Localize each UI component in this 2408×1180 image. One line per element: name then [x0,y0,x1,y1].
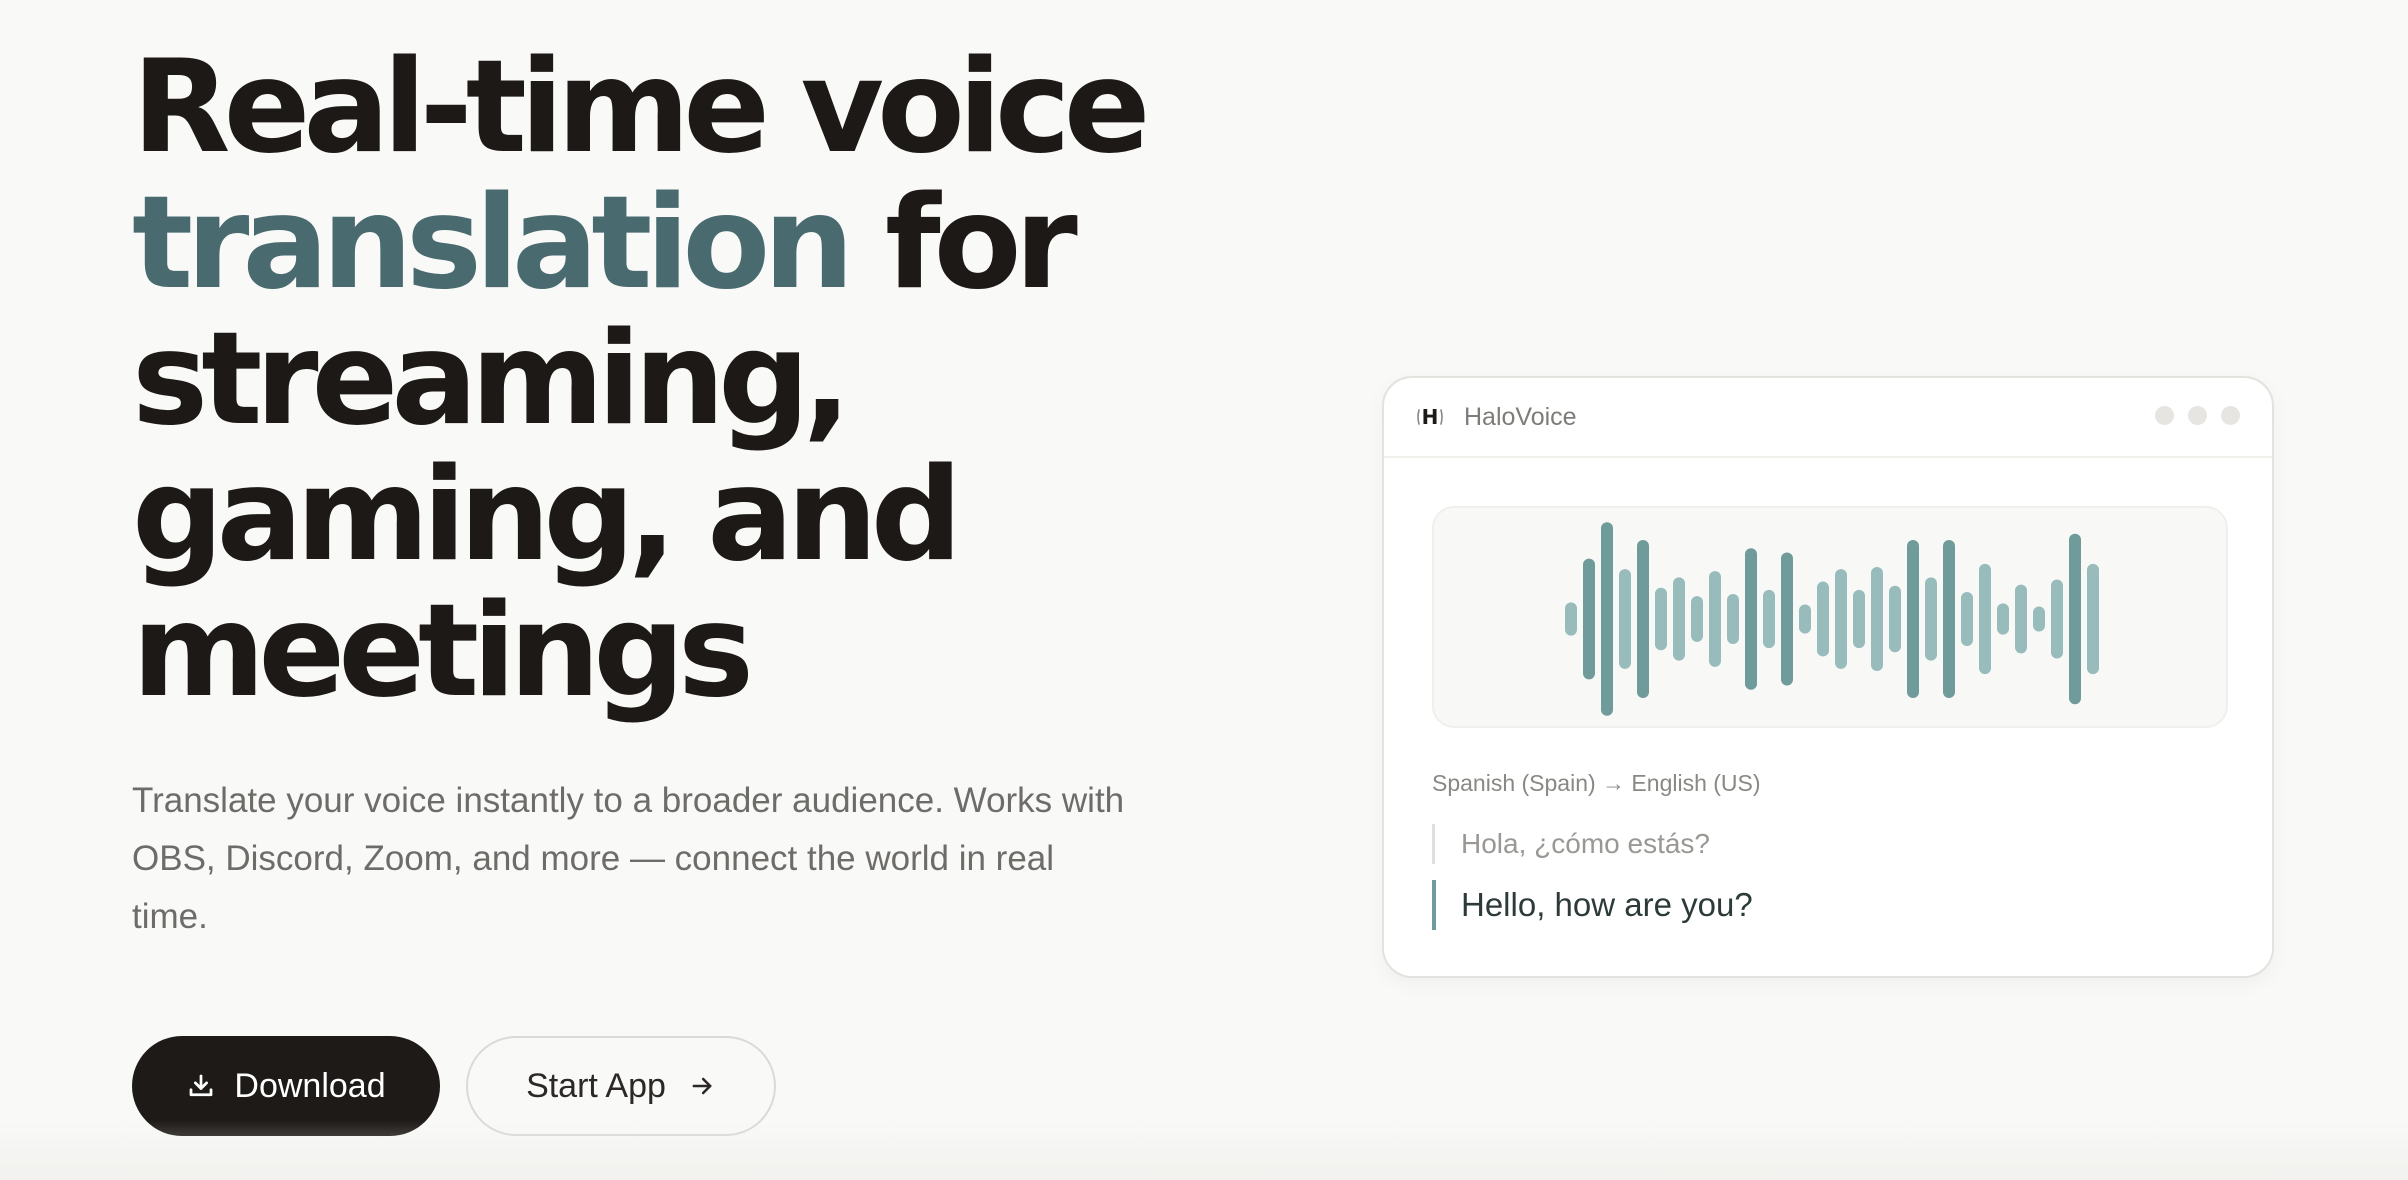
waveform-bar [1799,604,1811,634]
window-dot-icon[interactable] [2188,406,2207,425]
arrow-right-icon [688,1072,716,1100]
hero-section: Real-time voice translation for streamin… [132,40,1152,1136]
waveform-bar [1817,581,1829,657]
download-button[interactable]: Download [132,1036,440,1136]
halovoice-logo-icon: H [1416,403,1444,431]
app-preview-window: H HaloVoice Spanish (Spain) → English (U… [1382,376,2274,978]
hero-title-line-2-rest: for [847,169,1078,318]
waveform-bar [1997,603,2009,635]
waveform-bar [1943,539,1955,699]
waveform-bar [1583,558,1595,680]
download-button-label: Download [234,1066,386,1105]
waveform-bar [1889,585,1901,653]
window-dot-icon[interactable] [2221,406,2240,425]
waveform-bar [2033,606,2045,632]
download-icon [186,1071,216,1101]
cta-row: Download Start App [132,1036,1152,1136]
waveform-bar [2015,584,2027,654]
start-app-button-label: Start App [526,1066,666,1105]
logo-letter: H [1422,405,1439,429]
waveform-bar [2069,533,2081,705]
waveform-bar [1709,571,1721,667]
source-text: Hola, ¿cómo estás? [1432,824,1710,864]
waveform-bar [1763,589,1775,649]
hero-title-line-3: streaming, [132,305,851,454]
window-controls [2155,406,2240,425]
hero-subtitle: Translate your voice instantly to a broa… [132,781,1125,936]
landing-page: Real-time voice translation for streamin… [0,0,2408,1180]
waveform-panel [1432,506,2228,728]
waveform-bar [1601,522,1613,716]
translated-text: Hello, how are you? [1432,880,1753,930]
hero-title-line-2: translation for [132,176,1152,312]
waveform-bar [1853,589,1865,649]
waveform-bar [1673,577,1685,661]
waveform-bar [1781,552,1793,686]
waveform-bar [1655,587,1667,651]
hero-title-line-4: gaming, and [132,441,962,590]
hero-title-accent: translation [132,169,854,318]
app-window-header: H HaloVoice [1384,378,2272,458]
waveform-bar [1727,594,1739,644]
window-dot-icon[interactable] [2155,406,2174,425]
waveform-bar [1745,548,1757,690]
waveform-bar [2051,579,2063,659]
hero-title: Real-time voice translation for streamin… [132,40,1152,720]
start-app-button[interactable]: Start App [466,1036,776,1136]
language-pair: Spanish (Spain) → English (US) [1432,770,1761,796]
audio-waveform [1565,522,2099,716]
app-name: HaloVoice [1464,402,1577,431]
waveform-bar [1637,539,1649,699]
waveform-bar [1871,567,1883,671]
hero-title-line-1: Real-time voice [132,33,1151,182]
waveform-bar [2087,563,2099,675]
waveform-bar [1925,577,1937,661]
waveform-bar [1907,539,1919,699]
hero-title-line-5: meetings [132,577,754,726]
waveform-bar [1619,569,1631,669]
waveform-bar [1979,563,1991,675]
waveform-bar [1691,596,1703,642]
waveform-bar [1565,602,1577,636]
waveform-bar [1835,569,1847,669]
waveform-bar [1961,591,1973,647]
